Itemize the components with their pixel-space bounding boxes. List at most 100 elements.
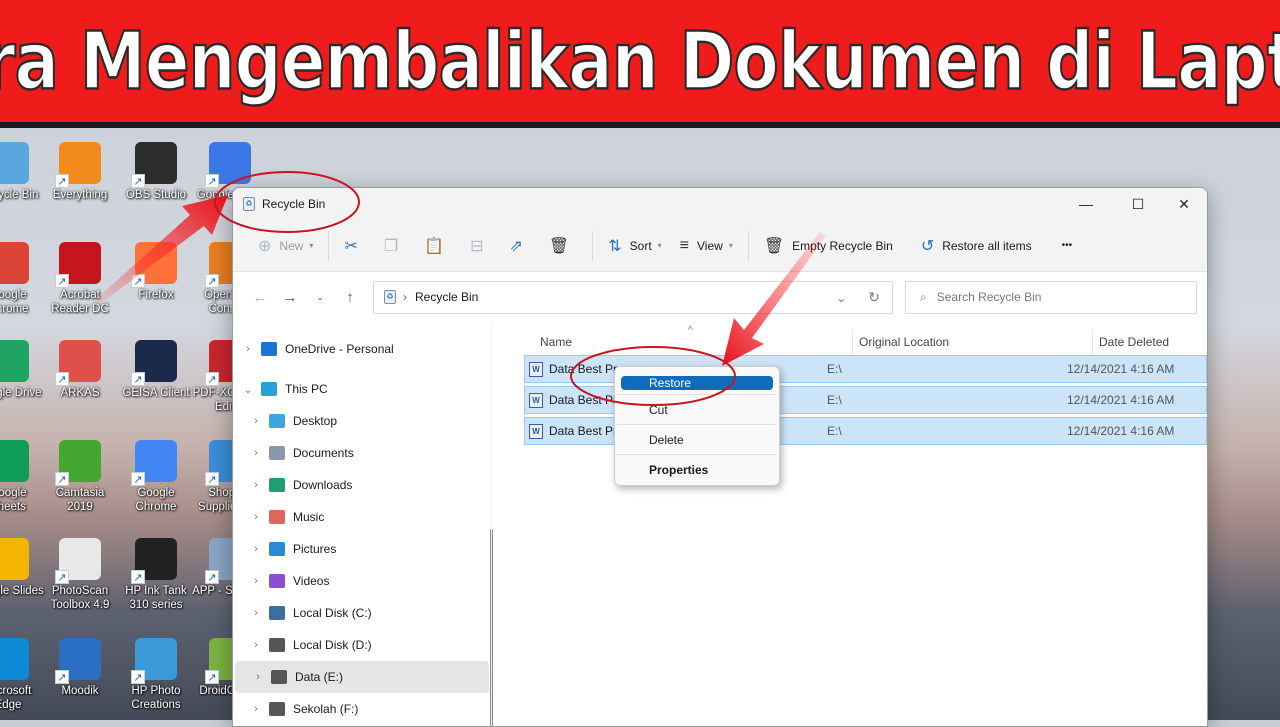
- desktop-icon[interactable]: ↗ Google Sheets: [0, 432, 46, 522]
- chevron-right-icon[interactable]: ›: [249, 415, 263, 427]
- sort-button[interactable]: ⇅ Sort ▾: [599, 229, 670, 263]
- desktop-icon[interactable]: ↗ Microsoft Edge: [0, 630, 46, 720]
- column-date-deleted[interactable]: Date Deleted: [1099, 335, 1169, 349]
- column-name[interactable]: Name: [540, 335, 572, 349]
- desktop-icon[interactable]: ↗ ARKAS: [42, 332, 118, 422]
- column-original-location[interactable]: Original Location: [859, 335, 949, 349]
- nav-item[interactable]: ⌄ This PC: [233, 373, 491, 405]
- nav-item[interactable]: › Sekolah (F:): [233, 693, 491, 725]
- chevron-right-icon[interactable]: ›: [251, 671, 265, 683]
- app-icon: ↗: [55, 440, 101, 486]
- chevron-right-icon[interactable]: ›: [249, 607, 263, 619]
- context-cut[interactable]: Cut: [615, 395, 779, 424]
- desktop-icon[interactable]: ↗ Google Slides: [0, 530, 46, 620]
- share-button[interactable]: ⇗: [501, 229, 540, 263]
- desktop-icon[interactable]: ↗ OBS Studio: [118, 134, 194, 224]
- folder-icon: [261, 382, 277, 396]
- desktop-icon[interactable]: ↗ GEISA Client: [118, 332, 194, 422]
- cut-button[interactable]: ✂: [335, 229, 374, 263]
- desktop-icon[interactable]: ↗Google Chrome: [118, 432, 194, 522]
- delete-button[interactable]: 🗑: [540, 229, 586, 263]
- context-restore[interactable]: Restore: [621, 376, 773, 390]
- desktop-icon[interactable]: ↗ Everything: [42, 134, 118, 224]
- nav-item[interactable]: › Local Disk (D:): [233, 629, 491, 661]
- shortcut-arrow-icon: ↗: [131, 372, 145, 386]
- maximize-button[interactable]: ☐: [1115, 188, 1161, 220]
- desktop-icon[interactable]: ↗ Moodik: [42, 630, 118, 720]
- desktop-icon[interactable]: ↗Google Chrome: [0, 234, 46, 324]
- nav-item[interactable]: › Videos: [233, 565, 491, 597]
- breadcrumb-recycle-bin[interactable]: Recycle Bin: [415, 290, 478, 304]
- minimize-button[interactable]: —: [1063, 188, 1109, 220]
- desktop-icon-label: Microsoft Edge: [0, 685, 32, 711]
- nav-item[interactable]: › Data (E:): [235, 661, 489, 693]
- copy-icon: ❐: [383, 237, 399, 255]
- desktop-icon-label: Firefox: [138, 289, 174, 301]
- up-button[interactable]: ↑: [335, 289, 365, 306]
- nav-item[interactable]: › Desktop: [233, 405, 491, 437]
- rename-button[interactable]: ⊟: [461, 229, 500, 263]
- column-divider[interactable]: [1092, 329, 1093, 355]
- desktop-icon[interactable]: ↗ Google Drive: [0, 332, 46, 422]
- chevron-right-icon[interactable]: ›: [249, 639, 263, 651]
- context-menu: Restore Cut Delete Properties: [614, 366, 780, 486]
- paste-button[interactable]: 📋: [415, 229, 461, 263]
- search-input[interactable]: ⌕ Search Recycle Bin: [905, 280, 1197, 314]
- nav-item[interactable]: › Local Disk (C:): [233, 597, 491, 629]
- recycle-bin-icon: ♻: [384, 290, 396, 304]
- shortcut-arrow-icon: ↗: [55, 472, 69, 486]
- column-divider[interactable]: [852, 329, 853, 355]
- navigation-bar: ← → ⌄ ↑ ♻ › Recycle Bin ⌄ ↻ ⌕ Search Recy…: [233, 272, 1207, 322]
- nav-item[interactable]: › Downloads: [233, 469, 491, 501]
- desktop: Recycle Bin↗Everything↗OBS Studio ↗Google…: [0, 134, 268, 720]
- empty-recycle-bin-button[interactable]: 🗑 Empty Recycle Bin: [755, 229, 902, 263]
- chevron-right-icon[interactable]: ›: [249, 511, 263, 523]
- more-options-button[interactable]: •••: [1053, 229, 1082, 263]
- app-icon: ↗: [0, 340, 29, 382]
- desktop-icon[interactable]: ↗ Acrobat Reader DC: [42, 234, 118, 324]
- view-button[interactable]: ≡ View ▾: [671, 229, 742, 263]
- close-button[interactable]: ✕: [1161, 188, 1207, 220]
- recent-locations-button[interactable]: ⌄: [305, 292, 335, 303]
- chevron-down-icon: ▾: [657, 241, 662, 250]
- app-icon: ↗: [0, 638, 29, 680]
- copy-button[interactable]: ❐: [375, 229, 415, 263]
- context-properties[interactable]: Properties: [615, 455, 779, 484]
- desktop-icon-label: PhotoScan Toolbox 4.9: [50, 585, 110, 611]
- chevron-right-icon[interactable]: ›: [249, 479, 263, 491]
- chevron-right-icon[interactable]: ›: [249, 575, 263, 587]
- file-original-location: E:\: [827, 424, 842, 438]
- chevron-down-icon[interactable]: ⌄: [836, 291, 846, 305]
- file-date-deleted: 12/14/2021 4:16 AM: [1067, 393, 1175, 407]
- chevron-right-icon[interactable]: ›: [249, 703, 263, 715]
- chevron-down-icon[interactable]: ⌄: [241, 383, 255, 396]
- nav-item-label: Local Disk (C:): [293, 606, 372, 620]
- desktop-icon-label: Acrobat Reader DC: [51, 289, 109, 315]
- desktop-icon-label: ARKAS: [60, 387, 100, 399]
- nav-item[interactable]: › Music: [233, 501, 491, 533]
- desktop-icon[interactable]: ↗ Camtasia 2019: [42, 432, 118, 522]
- chevron-right-icon[interactable]: ›: [249, 543, 263, 555]
- chevron-right-icon[interactable]: ›: [249, 447, 263, 459]
- title-bar[interactable]: ♻ Recycle Bin — ☐ ✕: [233, 188, 1207, 220]
- file-date-deleted: 12/14/2021 4:16 AM: [1067, 424, 1175, 438]
- refresh-icon[interactable]: ↻: [868, 289, 880, 305]
- desktop-icon[interactable]: Recycle Bin: [0, 134, 46, 224]
- desktop-icon[interactable]: ↗ PhotoScan Toolbox 4.9: [42, 530, 118, 620]
- restore-all-button[interactable]: ↺ Restore all items: [912, 229, 1041, 263]
- nav-item[interactable]: › OneDrive - Personal: [233, 333, 491, 365]
- folder-icon: [269, 414, 285, 428]
- nav-item[interactable]: › Documents: [233, 437, 491, 469]
- context-delete[interactable]: Delete: [615, 425, 779, 454]
- desktop-icon[interactable]: ↗ HP Ink Tank 310 series: [118, 530, 194, 620]
- back-button[interactable]: ←: [245, 289, 275, 306]
- new-button[interactable]: ⊕ New ▾: [249, 229, 322, 263]
- address-bar[interactable]: ♻ › Recycle Bin ⌄ ↻: [373, 280, 893, 314]
- forward-button[interactable]: →: [275, 289, 305, 306]
- nav-item-label: Music: [293, 510, 325, 524]
- desktop-icon[interactable]: ↗ Firefox: [118, 234, 194, 324]
- chevron-right-icon[interactable]: ›: [241, 343, 255, 355]
- desktop-icon[interactable]: ↗ HP Photo Creations: [118, 630, 194, 720]
- word-document-icon: W: [529, 392, 543, 408]
- nav-item[interactable]: › Pictures: [233, 533, 491, 565]
